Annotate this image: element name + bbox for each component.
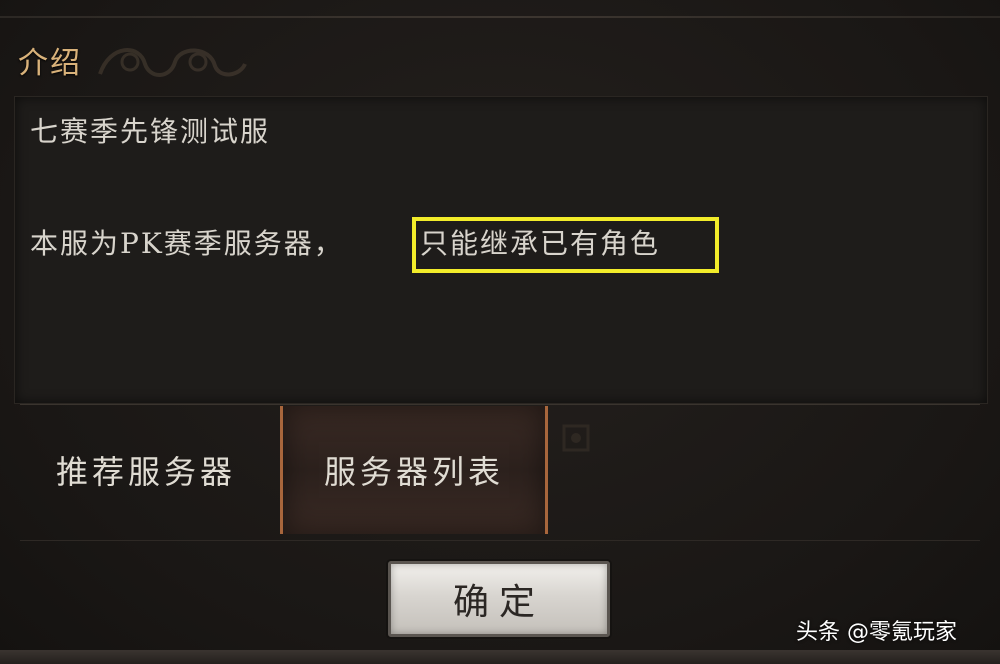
confirm-button[interactable]: 确定	[388, 561, 610, 637]
top-divider	[0, 16, 1000, 18]
tab-server-list[interactable]: 服务器列表	[280, 406, 548, 534]
server-desc-text: 本服为PK赛季服务器，	[30, 227, 344, 260]
watermark-text: 头条 @零氪玩家	[796, 620, 957, 645]
section-divider	[20, 404, 980, 405]
highlight-box	[412, 217, 719, 273]
section-title: 介绍	[18, 46, 82, 81]
footer-divider	[20, 540, 980, 541]
intro-header: 介绍	[0, 30, 1000, 90]
server-name-text: 七赛季先锋测试服	[30, 115, 271, 148]
tab-recommended-servers[interactable]: 推荐服务器	[14, 406, 278, 534]
bottom-frame	[0, 650, 1000, 664]
ornament-icon	[562, 424, 590, 452]
cloud-ornament-icon	[98, 48, 247, 77]
